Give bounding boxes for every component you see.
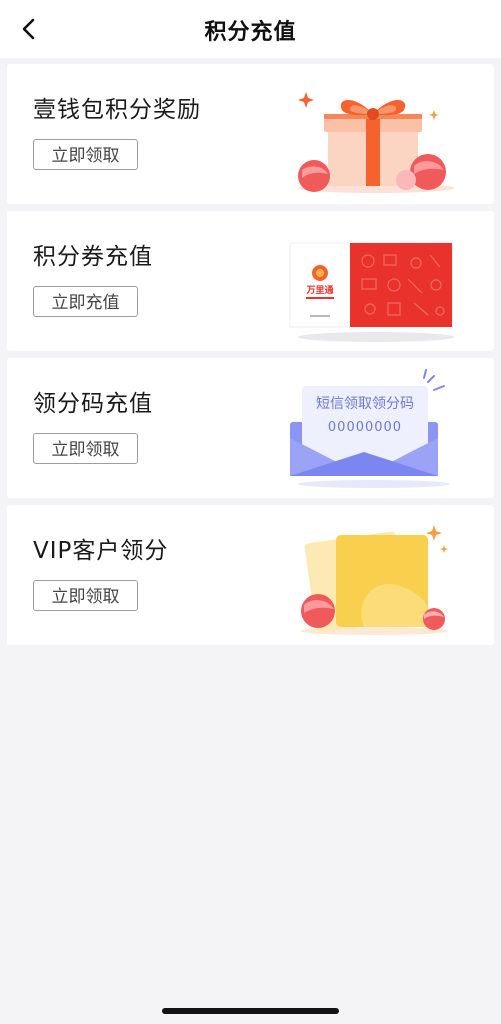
- claim-now-button[interactable]: 立即领取: [33, 139, 138, 170]
- card-title: 积分券充值: [33, 244, 153, 270]
- recharge-now-button[interactable]: 立即充值: [33, 286, 138, 317]
- claim-now-button[interactable]: 立即领取: [33, 580, 138, 611]
- card-title: 壹钱包积分奖励: [33, 97, 201, 123]
- card-wallet-points-reward[interactable]: 壹钱包积分奖励 立即领取: [7, 64, 494, 204]
- page-title: 积分充值: [204, 20, 297, 45]
- card-points-coupon-recharge[interactable]: 积分券充值 立即充值 万里通: [7, 211, 494, 351]
- sms-envelope-icon: 短信领取领分码 00000000: [284, 368, 464, 490]
- svg-text:短信领取领分码: 短信领取领分码: [316, 396, 414, 412]
- top-nav-bar: 积分充值: [0, 0, 501, 58]
- svg-text:万里通: 万里通: [305, 284, 333, 296]
- card-title: 领分码充值: [33, 391, 153, 417]
- svg-text:00000000: 00000000: [328, 420, 402, 435]
- card-vip-points[interactable]: VIP客户领分 立即领取: [7, 505, 494, 645]
- claim-now-button[interactable]: 立即领取: [33, 433, 138, 464]
- vip-card-icon: [284, 515, 464, 637]
- card-title: VIP客户领分: [33, 538, 169, 564]
- coupon-card-icon: 万里通: [284, 221, 464, 343]
- gift-box-icon: [284, 74, 464, 196]
- home-indicator: [162, 1008, 339, 1014]
- card-code-recharge[interactable]: 领分码充值 立即领取 短信领取领分码 00000000: [7, 358, 494, 498]
